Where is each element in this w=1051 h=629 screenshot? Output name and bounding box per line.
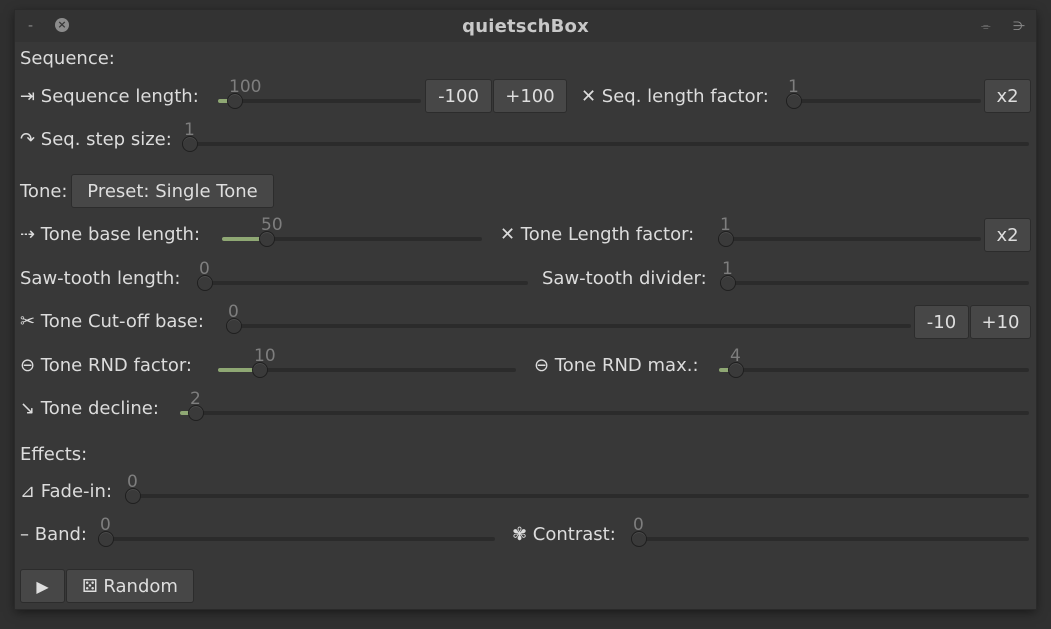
tone-decline-slider[interactable]: 2 bbox=[180, 389, 1029, 423]
contrast-label: ✾ Contrast: bbox=[512, 524, 616, 545]
tone-length-factor-slider[interactable]: 1 bbox=[718, 215, 981, 249]
tone-length-x2-button[interactable]: x2 bbox=[984, 218, 1031, 252]
seq-step-size-label: ↷ Seq. step size: bbox=[20, 129, 172, 150]
preset-button[interactable]: Preset: Single Tone bbox=[71, 174, 274, 208]
minus-100-button[interactable]: -100 bbox=[425, 79, 492, 113]
slider-value: 1 bbox=[184, 120, 195, 140]
pin-icon[interactable]: ⋺ bbox=[1013, 18, 1025, 34]
slider-groove bbox=[631, 537, 1029, 541]
window-title: quietschBox bbox=[462, 16, 589, 37]
seq-length-slider[interactable]: 100 bbox=[218, 77, 421, 111]
slider-groove bbox=[786, 99, 981, 103]
slider-groove bbox=[718, 237, 981, 241]
slider-groove bbox=[218, 99, 421, 103]
fade-in-label: ⊿ Fade-in: bbox=[20, 481, 113, 502]
sawtooth-length-slider[interactable]: 0 bbox=[197, 259, 528, 293]
band-label: – Band: bbox=[20, 524, 87, 545]
slider-groove bbox=[720, 281, 1029, 285]
slider-value: 4 bbox=[730, 346, 741, 366]
title-bar: - × quietschBox ⌯ ⋺ bbox=[15, 10, 1036, 42]
tone-rnd-max-label: ⊖ Tone RND max.: bbox=[534, 355, 699, 376]
slider-value: 10 bbox=[254, 346, 276, 366]
tone-section-label: Tone: bbox=[20, 181, 68, 202]
seq-step-size-slider[interactable]: 1 bbox=[182, 120, 1029, 154]
slider-value: 2 bbox=[190, 389, 201, 409]
contrast-slider[interactable]: 0 bbox=[631, 515, 1029, 549]
slider-value: 0 bbox=[100, 515, 111, 535]
effects-section-label: Effects: bbox=[20, 444, 88, 465]
random-button[interactable]: ⚄ Random bbox=[66, 569, 194, 603]
slider-value: 0 bbox=[199, 259, 210, 279]
slider-value: 1 bbox=[720, 215, 731, 235]
seq-length-factor-slider[interactable]: 1 bbox=[786, 77, 981, 111]
tone-base-length-label: ⇢ Tone base length: bbox=[20, 224, 201, 245]
plus-10-button[interactable]: +10 bbox=[970, 305, 1031, 339]
slider-value: 0 bbox=[633, 515, 644, 535]
seq-length-factor-label: ✕ Seq. length factor: bbox=[581, 86, 769, 107]
slider-value: 100 bbox=[229, 77, 262, 97]
tone-cutoff-base-slider[interactable]: 0 bbox=[226, 302, 911, 336]
slider-groove bbox=[197, 281, 528, 285]
sawtooth-length-label: Saw-tooth length: bbox=[20, 268, 181, 289]
plus-100-button[interactable]: +100 bbox=[493, 79, 567, 113]
slider-value: 1 bbox=[788, 77, 799, 97]
slider-value: 1 bbox=[722, 259, 733, 279]
tone-cutoff-base-label: ✂ Tone Cut-off base: bbox=[20, 311, 204, 332]
slider-value: 0 bbox=[127, 472, 138, 492]
menu-icon[interactable]: ⌯ bbox=[981, 18, 991, 34]
slider-groove bbox=[719, 368, 1029, 372]
tone-base-length-slider[interactable]: 50 bbox=[222, 215, 482, 249]
play-button[interactable]: ▶ bbox=[20, 569, 65, 603]
tone-length-factor-label: ✕ Tone Length factor: bbox=[500, 224, 695, 245]
slider-value: 50 bbox=[261, 215, 283, 235]
sawtooth-divider-label: Saw-tooth divider: bbox=[542, 268, 707, 289]
band-slider[interactable]: 0 bbox=[98, 515, 495, 549]
tone-rnd-factor-label: ⊖ Tone RND factor: bbox=[20, 355, 192, 376]
sequence-section-label: Sequence: bbox=[20, 48, 115, 69]
app-window: - × quietschBox ⌯ ⋺ Sequence: ⇥ Sequence… bbox=[15, 10, 1036, 609]
minus-10-button[interactable]: -10 bbox=[914, 305, 969, 339]
slider-groove bbox=[125, 494, 1029, 498]
slider-groove bbox=[226, 324, 911, 328]
fade-in-slider[interactable]: 0 bbox=[125, 472, 1029, 506]
slider-groove bbox=[98, 537, 495, 541]
tone-rnd-factor-slider[interactable]: 10 bbox=[218, 346, 516, 380]
tone-rnd-max-slider[interactable]: 4 bbox=[719, 346, 1029, 380]
tone-decline-label: ↘ Tone decline: bbox=[20, 398, 159, 419]
slider-value: 0 bbox=[228, 302, 239, 322]
sawtooth-divider-slider[interactable]: 1 bbox=[720, 259, 1029, 293]
slider-groove bbox=[182, 142, 1029, 146]
seq-length-label: ⇥ Sequence length: bbox=[20, 86, 199, 107]
slider-groove bbox=[180, 411, 1029, 415]
seq-length-x2-button[interactable]: x2 bbox=[984, 79, 1031, 113]
